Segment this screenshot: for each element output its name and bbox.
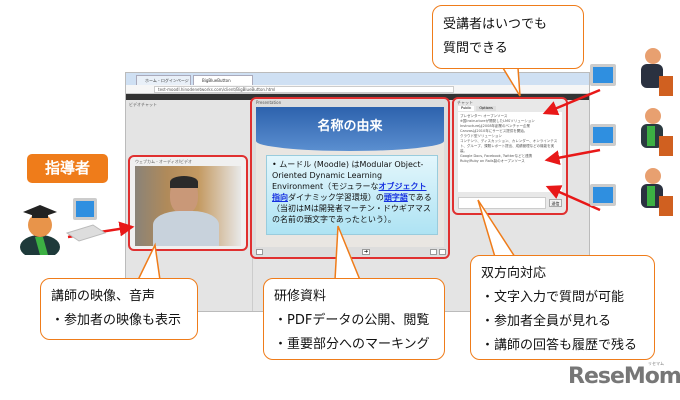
callout-interactive: 双方向対応 ・文字入力で質問が可能 ・参加者全員が見れる ・講師の回答も履歴で残…	[470, 255, 655, 360]
callout-learners: 受講者はいつでも 質問できる	[432, 5, 584, 69]
callout-line: ・参加者全員が見れる	[481, 314, 612, 329]
tail-video	[136, 242, 161, 281]
callout-line: 双方向対応	[481, 266, 547, 281]
callout-line: 研修資料	[274, 289, 327, 304]
callout-line: ・講師の回答も履歴で残る	[481, 338, 638, 353]
callout-materials: 研修資料 ・PDFデータの公開、閲覧 ・重要部分へのマーキング	[263, 278, 445, 360]
tail-materials	[334, 225, 362, 281]
learner-3	[590, 168, 673, 216]
callout-video: 講師の映像、音声 ・参加者の映像も表示	[40, 278, 198, 340]
resemom-logo: ReseMom	[568, 364, 680, 389]
callout-line: 受講者はいつでも	[443, 17, 548, 32]
callout-line: ・PDFデータの公開、閲覧	[274, 313, 430, 328]
computer-icon	[65, 198, 107, 242]
instructor-label: 指導者	[27, 154, 108, 183]
callout-line: ・重要部分へのマーキング	[274, 337, 430, 352]
callout-line: 質問できる	[443, 41, 508, 56]
tail-interactive	[477, 199, 517, 258]
callout-line: ・文字入力で質問が可能	[481, 290, 625, 305]
learners-icons	[590, 48, 673, 216]
tail-learners	[501, 67, 521, 97]
logo-ruby: リセマム	[648, 361, 664, 366]
instructor-icon	[20, 198, 107, 255]
callout-line: 講師の映像、音声	[51, 289, 156, 304]
learner-1	[590, 48, 673, 96]
learner-2	[590, 108, 673, 156]
callout-line: ・参加者の映像も表示	[51, 313, 182, 328]
